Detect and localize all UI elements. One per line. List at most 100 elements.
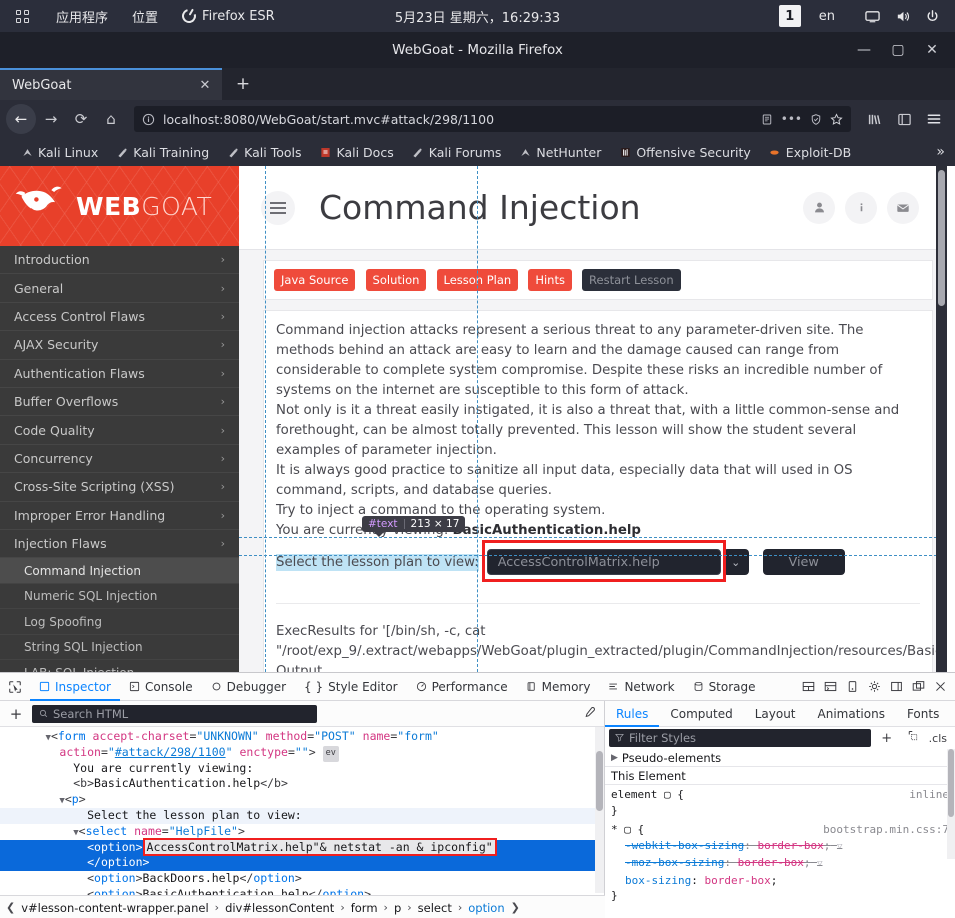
eyedropper-icon[interactable]: [583, 706, 596, 722]
window-minimize-button[interactable]: —: [847, 32, 881, 68]
page-scrollbar-thumb[interactable]: [938, 170, 945, 306]
dom-node-line[interactable]: <option>BackDoors.help</option>: [0, 871, 604, 887]
tab-inspector[interactable]: Inspector: [30, 673, 120, 701]
filter-icon[interactable]: ▽: [837, 842, 842, 852]
search-html-input[interactable]: Search HTML: [32, 704, 317, 723]
tab-debugger[interactable]: Debugger: [202, 673, 295, 701]
sidebar-item-improper-error-handling[interactable]: Improper Error Handling ›: [0, 502, 239, 530]
sidebar-item-log-spoofing[interactable]: Log Spoofing: [0, 609, 239, 635]
url-bar[interactable]: localhost:8080/WebGoat/start.mvc#attack/…: [134, 106, 851, 132]
dom-node-line[interactable]: action="#attack/298/1100" enctype=""> ev: [0, 745, 604, 762]
markup-scrollbar[interactable]: [595, 727, 604, 893]
tab-storage[interactable]: Storage: [684, 673, 765, 701]
dom-node-line[interactable]: </option>: [0, 855, 604, 872]
back-button[interactable]: ←: [6, 104, 36, 134]
reader-mode-icon[interactable]: [761, 113, 773, 126]
bookmark-kali-docs[interactable]: Kali Docs: [311, 145, 403, 160]
webgoat-logo[interactable]: WEBGOAT: [0, 166, 239, 246]
rule-element-inline[interactable]: inline element ▢ { }: [605, 785, 955, 820]
event-badge[interactable]: ev: [322, 745, 339, 762]
sidebar-item-general[interactable]: General ›: [0, 274, 239, 303]
keyboard-layout-indicator[interactable]: en: [819, 9, 835, 24]
rule-source[interactable]: bootstrap.min.css:7: [823, 822, 949, 838]
sidebar-item-numeric-sql-injection[interactable]: Numeric SQL Injection: [0, 584, 239, 610]
rule-selector[interactable]: *: [611, 823, 618, 836]
tab-network[interactable]: Network: [599, 673, 683, 701]
display-icon[interactable]: [857, 0, 887, 32]
menu-applications[interactable]: 应用程序: [44, 0, 120, 32]
forward-button[interactable]: →: [36, 104, 66, 134]
restart-lesson-button[interactable]: Restart Lesson: [582, 269, 681, 291]
page-info-icon[interactable]: [142, 113, 155, 126]
hamburger-menu-icon[interactable]: [919, 104, 949, 134]
close-devtools-icon[interactable]: [929, 673, 951, 701]
chevron-down-icon[interactable]: ⌄: [722, 549, 749, 575]
rules-scrollbar-thumb[interactable]: [948, 749, 954, 817]
tab-animations[interactable]: Animations: [807, 701, 896, 727]
cls-toggle-label[interactable]: .cls: [929, 732, 951, 745]
breadcrumb[interactable]: ❮ v#lesson-content-wrapper.panel › div#less…: [0, 895, 605, 918]
dom-node-line[interactable]: ▼<form accept-charset="UNKNOWN" method="…: [0, 729, 604, 745]
tab-fonts[interactable]: Fonts: [896, 701, 950, 727]
split-console-icon[interactable]: [819, 673, 841, 701]
rules-scrollbar[interactable]: [947, 749, 955, 859]
declaration-name[interactable]: -webkit-box-sizing: [625, 839, 744, 852]
sidebar-item-ajax-security[interactable]: AJAX Security ›: [0, 331, 239, 360]
sidebar-item-command-injection[interactable]: Command Injection: [0, 558, 239, 584]
workspace-indicator[interactable]: 1: [778, 5, 801, 27]
page-scrollbar[interactable]: [936, 166, 947, 672]
breadcrumb-item[interactable]: select: [418, 901, 452, 915]
power-icon[interactable]: [917, 0, 947, 32]
mail-icon[interactable]: [887, 191, 919, 224]
sidebar-item-concurrency[interactable]: Concurrency ›: [0, 445, 239, 474]
bookmarks-overflow-icon[interactable]: »: [936, 144, 955, 160]
bookmark-kali-linux[interactable]: Kali Linux: [12, 145, 107, 160]
rule-universal-bootstrap[interactable]: bootstrap.min.css:7 * ▢ { -webkit-box-si…: [605, 820, 955, 906]
dom-tree[interactable]: ▼<form accept-charset="UNKNOWN" method="…: [0, 727, 604, 903]
java-source-button[interactable]: Java Source: [274, 269, 356, 291]
bookmark-offensive-security[interactable]: Offensive Security: [610, 145, 759, 160]
dom-node-line[interactable]: ▼<p>: [0, 792, 604, 808]
element-classes-icon[interactable]: [903, 730, 923, 746]
breadcrumb-item[interactable]: form: [351, 901, 378, 915]
library-icon[interactable]: [859, 104, 889, 134]
reload-button[interactable]: ⟳: [66, 104, 96, 134]
responsive-design-mode-icon[interactable]: [841, 673, 863, 701]
breadcrumb-item[interactable]: p: [394, 901, 401, 915]
tab-computed[interactable]: Computed: [659, 701, 743, 727]
hints-button[interactable]: Hints: [528, 269, 572, 291]
new-tab-button[interactable]: +: [228, 68, 258, 100]
sidebar-item-introduction[interactable]: Introduction ›: [0, 246, 239, 275]
sidebar-item-lab-sql-injection[interactable]: LAB: SQL Injection: [0, 660, 239, 672]
declaration-row[interactable]: -moz-box-sizing: border-box; ▽: [625, 855, 949, 873]
bookmark-nethunter[interactable]: NetHunter: [510, 145, 610, 160]
bookmark-kali-forums[interactable]: Kali Forums: [403, 145, 511, 160]
sidebar-item-access-control-flaws[interactable]: Access Control Flaws ›: [0, 303, 239, 332]
rule-checkbox-icon[interactable]: ▢: [624, 823, 637, 836]
user-icon[interactable]: [803, 191, 835, 224]
rule-source[interactable]: inline: [909, 787, 949, 803]
tab-rules[interactable]: Rules: [605, 701, 659, 727]
sidebar-toggle-icon[interactable]: [889, 104, 919, 134]
pseudo-elements-header[interactable]: ▶ Pseudo-elements: [605, 749, 955, 767]
home-button[interactable]: ⌂: [96, 104, 126, 134]
gear-icon[interactable]: [863, 673, 885, 701]
rule-checkbox-icon[interactable]: ▢: [664, 788, 677, 801]
tab-console[interactable]: Console: [120, 673, 202, 701]
sidebar-item-buffer-overflows[interactable]: Buffer Overflows ›: [0, 388, 239, 417]
tab-memory[interactable]: Memory: [517, 673, 600, 701]
sidebar-item-code-quality[interactable]: Code Quality ›: [0, 416, 239, 445]
markup-scrollbar-thumb[interactable]: [596, 751, 603, 811]
dock-separate-window-icon[interactable]: [907, 673, 929, 701]
taskbar-firefox[interactable]: Firefox ESR: [170, 0, 287, 32]
breadcrumb-item[interactable]: option: [468, 901, 504, 915]
declaration-name[interactable]: box-sizing: [625, 874, 691, 887]
option-value-editor[interactable]: AccessControlMatrix.help"& netstat -an &…: [142, 837, 497, 856]
dock-side-icon[interactable]: [885, 673, 907, 701]
breadcrumb-prev-button[interactable]: ❮: [4, 901, 17, 914]
filter-styles-input[interactable]: Filter Styles: [609, 729, 871, 747]
sidebar-item-cross-site-scripting[interactable]: Cross-Site Scripting (XSS) ›: [0, 473, 239, 502]
bookmark-exploit-db[interactable]: Exploit-DB: [760, 145, 860, 160]
breadcrumb-item[interactable]: div#lessonContent: [225, 901, 334, 915]
declaration-row[interactable]: box-sizing: border-box;: [625, 873, 949, 889]
